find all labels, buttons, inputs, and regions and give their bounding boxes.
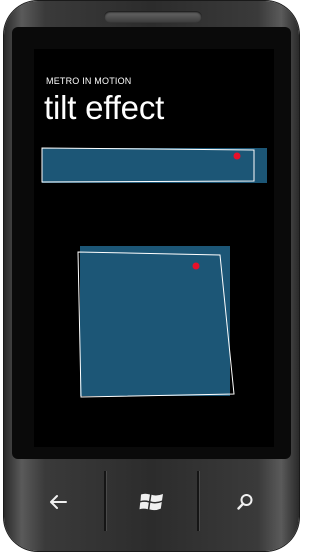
phone-screen: METRO IN MOTION tilt effect xyxy=(34,49,274,447)
start-button[interactable] xyxy=(106,469,197,535)
search-icon xyxy=(237,494,253,510)
back-button[interactable] xyxy=(12,469,104,535)
windows-logo-icon xyxy=(139,493,163,511)
square-tile-touch-point xyxy=(192,262,200,270)
wide-tile-touch-point xyxy=(233,152,241,160)
back-arrow-icon xyxy=(50,495,67,509)
search-button[interactable] xyxy=(199,469,291,535)
square-tile-background xyxy=(80,246,230,396)
wide-tilt-tile[interactable] xyxy=(41,147,267,183)
earpiece-speaker xyxy=(104,11,202,23)
hardware-button-bar xyxy=(12,469,291,535)
phone-frame: METRO IN MOTION tilt effect xyxy=(4,1,299,551)
square-tilt-tile[interactable] xyxy=(77,246,235,398)
tilt-demo-canvas xyxy=(41,147,267,398)
wide-tile-background xyxy=(42,148,267,183)
